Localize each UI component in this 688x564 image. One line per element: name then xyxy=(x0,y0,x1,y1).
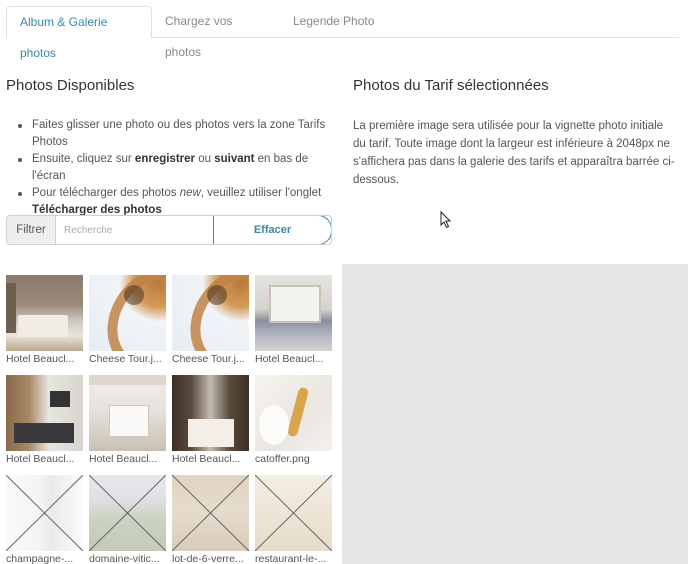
photo-item[interactable]: Hotel Beaucl... xyxy=(6,375,83,465)
crossed-out-icon xyxy=(89,475,166,551)
photo-item[interactable]: champagne-... xyxy=(6,475,83,564)
instruction-item: Ensuite, cliquez sur enregistrer ou suiv… xyxy=(16,151,336,185)
photo-caption: Hotel Beaucl... xyxy=(255,353,324,365)
photo-caption: catoffer.png xyxy=(255,453,310,465)
photo-caption: domaine-vitic... xyxy=(89,553,160,564)
photo-caption: Hotel Beaucl... xyxy=(172,453,241,465)
photo-caption: Hotel Beaucl... xyxy=(89,453,158,465)
photo-item[interactable]: domaine-vitic... xyxy=(89,475,166,564)
photo-item[interactable]: catoffer.png xyxy=(255,375,332,465)
instruction-item: Pour télécharger des photos new, veuille… xyxy=(16,185,336,219)
search-input[interactable] xyxy=(56,216,213,244)
photo-caption: Cheese Tour.j... xyxy=(89,353,162,365)
instructions-list: Faites glisser une photo ou des photos v… xyxy=(16,117,336,219)
crossed-out-icon xyxy=(6,475,83,551)
photo-item[interactable]: restaurant-le-... xyxy=(255,475,332,564)
photo-item[interactable]: Cheese Tour.j... xyxy=(89,275,166,365)
photo-thumbnail[interactable] xyxy=(172,375,249,451)
crossed-out-icon xyxy=(172,475,249,551)
photo-caption: lot-de-6-verre... xyxy=(172,553,244,564)
photo-item[interactable]: Hotel Beaucl... xyxy=(255,275,332,365)
photo-caption: Cheese Tour.j... xyxy=(172,353,245,365)
photo-thumbnail[interactable] xyxy=(6,275,83,351)
photo-caption: restaurant-le-... xyxy=(255,553,327,564)
tab-legende-photo[interactable]: Legende Photo xyxy=(281,6,401,38)
instruction-item: Faites glisser une photo ou des photos v… xyxy=(16,117,336,151)
photo-thumbnail[interactable] xyxy=(255,275,332,351)
photo-item[interactable]: Cheese Tour.j... xyxy=(172,275,249,365)
photo-thumbnail[interactable] xyxy=(172,275,249,351)
tab-album-galerie[interactable]: Album & Galerie photos xyxy=(6,6,152,60)
photo-thumbnail[interactable] xyxy=(255,375,332,451)
photo-item[interactable]: Hotel Beaucl... xyxy=(89,375,166,465)
filter-label: Filtrer xyxy=(7,216,56,244)
tab-bar: Album & Galerie photos Chargez vos photo… xyxy=(6,6,679,60)
photo-thumbnail[interactable] xyxy=(89,275,166,351)
photo-thumbnail[interactable] xyxy=(6,375,83,451)
photo-item[interactable]: Hotel Beaucl... xyxy=(172,375,249,465)
tariff-photos-dropzone[interactable] xyxy=(342,264,688,564)
photo-item[interactable]: lot-de-6-verre... xyxy=(172,475,249,564)
clear-button[interactable]: Effacer xyxy=(213,216,331,244)
photo-caption: Hotel Beaucl... xyxy=(6,353,75,365)
tab-chargez-photos[interactable]: Chargez vos photos xyxy=(153,6,281,59)
mouse-cursor-icon xyxy=(440,211,452,229)
selected-photos-description: La première image sera utilisée pour la … xyxy=(353,120,675,186)
photo-caption: Hotel Beaucl... xyxy=(6,453,75,465)
photo-thumbnail[interactable] xyxy=(89,375,166,451)
available-photos-title: Photos Disponibles xyxy=(6,77,135,94)
photo-item[interactable]: Hotel Beaucl... xyxy=(6,275,83,365)
filter-bar: Filtrer Effacer xyxy=(6,215,332,245)
crossed-out-icon xyxy=(255,475,332,551)
photo-caption: champagne-... xyxy=(6,553,74,564)
selected-photos-title: Photos du Tarif sélectionnées xyxy=(353,77,549,94)
